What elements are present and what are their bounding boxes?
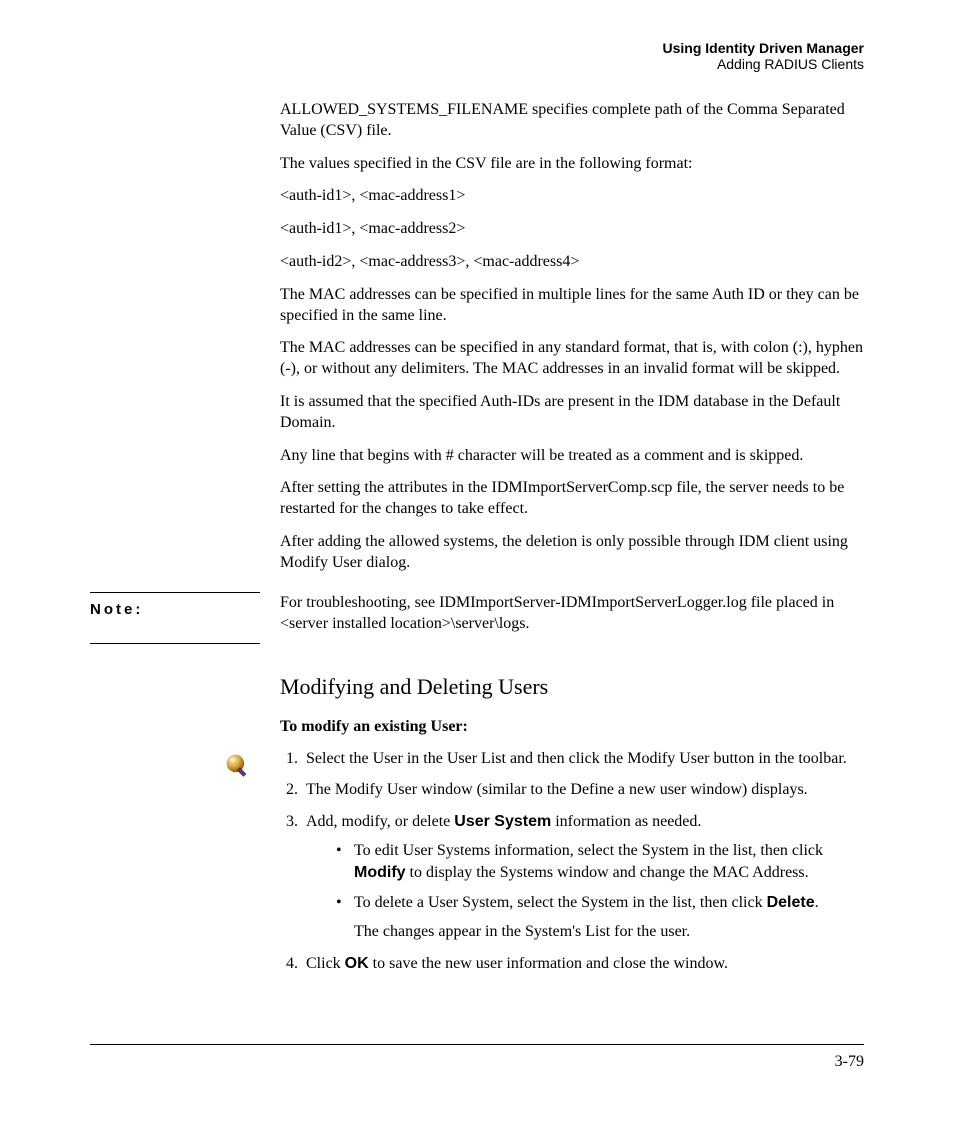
procedure-steps: Select the User in the User List and the… [280,748,864,985]
step-text: Add, modify, or delete [306,813,454,830]
paragraph: <auth-id1>, <mac-address2> [280,219,864,240]
bullet-item: To edit User Systems information, select… [336,840,864,883]
step-3: Add, modify, or delete User System infor… [302,811,864,943]
note-text: For troubleshooting, see IDMImportServer… [280,586,864,635]
step-1: Select the User in the User List and the… [302,748,864,770]
body-column: ALLOWED_SYSTEMS_FILENAME specifies compl… [280,100,864,574]
bold-term: Delete [767,894,815,911]
bullet-text: to display the Systems window and change… [406,864,809,881]
paragraph: After setting the attributes in the IDMI… [280,478,864,520]
step-4: Click OK to save the new user informatio… [302,953,864,975]
paragraph: After adding the allowed systems, the de… [280,532,864,574]
paragraph: It is assumed that the specified Auth-ID… [280,392,864,434]
paragraph: Any line that begins with # character wi… [280,446,864,467]
page: Using Identity Driven Manager Adding RAD… [0,0,954,1131]
header-subtitle: Adding RADIUS Clients [90,56,864,72]
step-text: Click [306,955,345,972]
note-block: Note: For troubleshooting, see IDMImport… [90,586,864,644]
step-text: information as needed. [551,813,701,830]
paragraph: The MAC addresses can be specified in mu… [280,285,864,327]
section-subheading: To modify an existing User: [280,718,864,736]
bullet-followup: The changes appear in the System's List … [354,921,864,943]
paragraph: ALLOWED_SYSTEMS_FILENAME specifies compl… [280,100,864,142]
bullet-text: To edit User Systems information, select… [354,842,823,859]
paragraph: The values specified in the CSV file are… [280,154,864,175]
paragraph: <auth-id2>, <mac-address3>, <mac-address… [280,252,864,273]
bullet-text: To delete a User System, select the Syst… [354,894,767,911]
page-number: 3-79 [90,1053,864,1071]
section-heading-wrap: Modifying and Deleting Users To modify a… [280,674,864,736]
paragraph: The MAC addresses can be specified in an… [280,338,864,380]
bullet-text: . [815,894,819,911]
step-text: Select the User in the User List and the… [306,750,847,767]
step-2: The Modify User window (similar to the D… [302,779,864,801]
bullet-item: To delete a User System, select the Syst… [336,892,864,943]
note-label: Note: [90,601,143,618]
step-text: The Modify User window (similar to the D… [306,781,808,798]
bold-term: Modify [354,864,406,881]
note-label-box: Note: [90,592,260,644]
header-title: Using Identity Driven Manager [90,40,864,56]
bold-term: User System [454,813,551,830]
step-text: to save the new user information and clo… [369,955,728,972]
modify-user-icon [224,752,252,785]
footer-rule [90,1044,864,1045]
page-header: Using Identity Driven Manager Adding RAD… [90,40,864,72]
procedure-block: Select the User in the User List and the… [90,748,864,985]
section-heading: Modifying and Deleting Users [280,674,864,700]
procedure-icon-cell [90,748,280,785]
paragraph: <auth-id1>, <mac-address1> [280,186,864,207]
bold-term: OK [345,955,369,972]
note-label-cell: Note: [90,586,280,644]
